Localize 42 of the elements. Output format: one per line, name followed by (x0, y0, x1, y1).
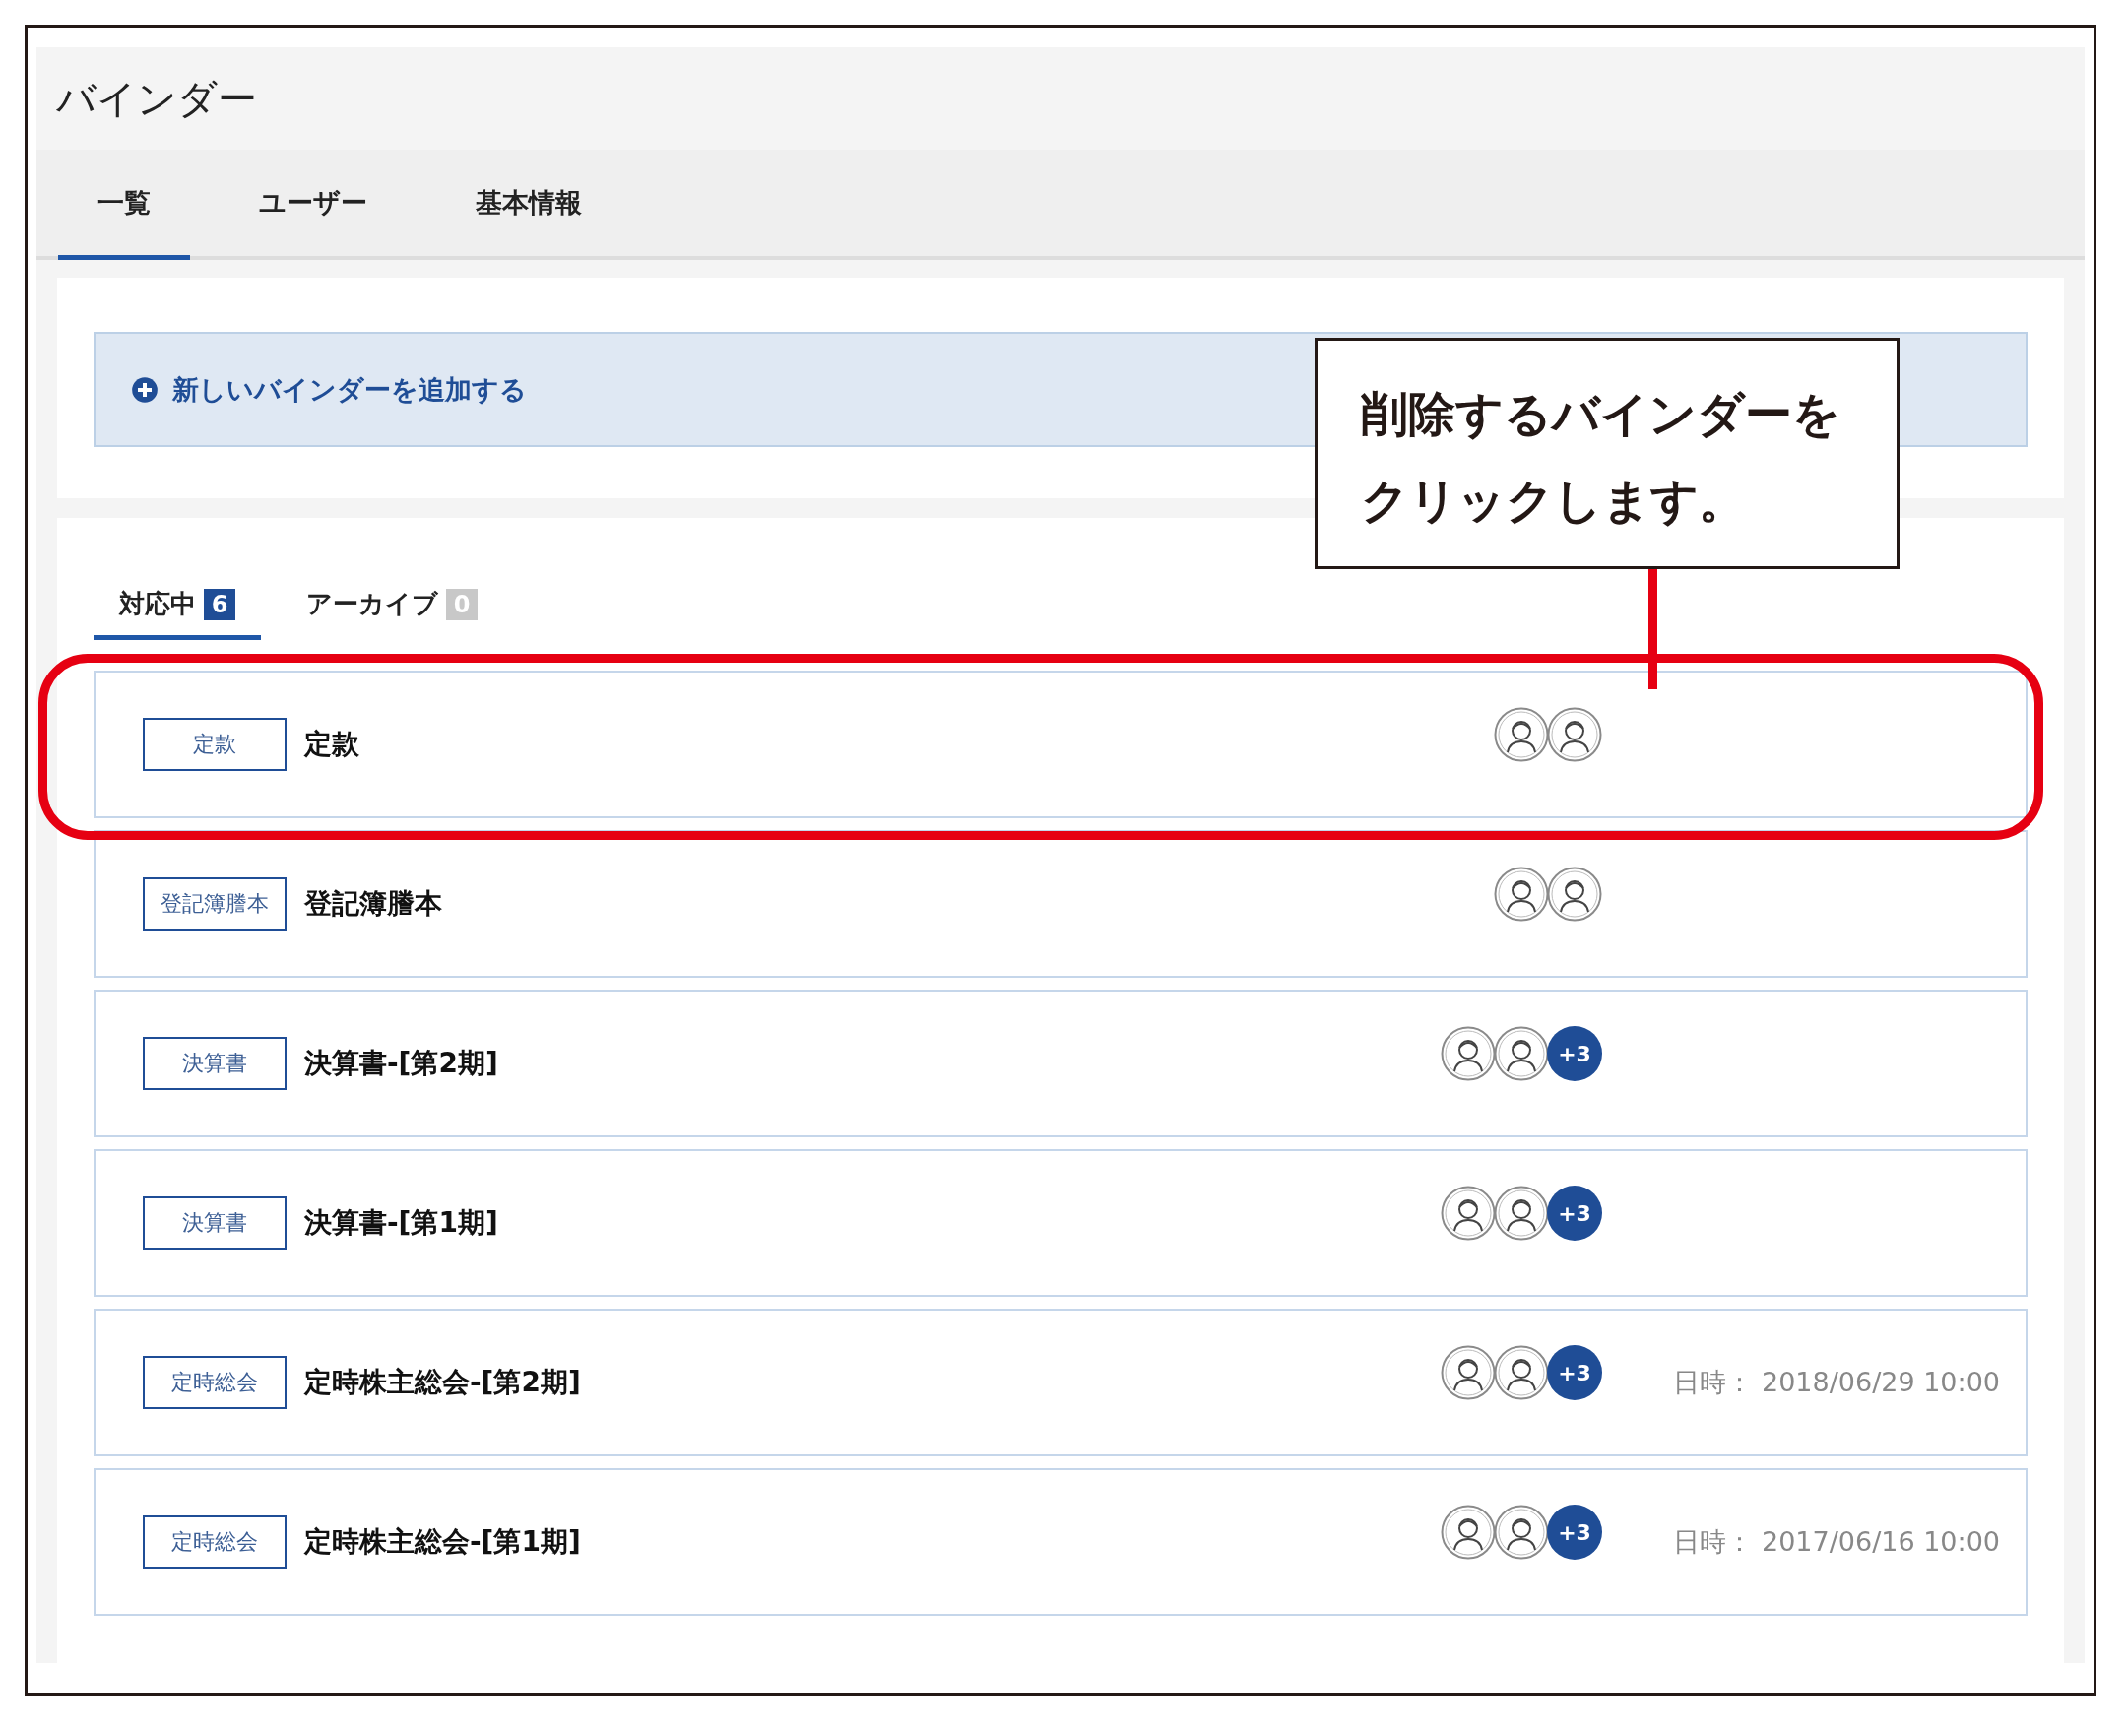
binder-row[interactable]: 定款 定款 (94, 671, 2028, 818)
avatar-icon (1441, 1345, 1496, 1400)
binder-row[interactable]: 定時総会 定時株主総会-[第2期] +3 日時： 2018/06/29 10:00 (94, 1309, 2028, 1456)
category-tag: 決算書 (143, 1037, 287, 1090)
avatar-icon (1494, 1026, 1549, 1081)
binder-title: 決算書-[第1期] (304, 1205, 499, 1241)
category-tag: 定款 (143, 718, 287, 771)
avatar-icon (1547, 867, 1602, 922)
category-tag: 決算書 (143, 1196, 287, 1250)
binder-title: 登記簿謄本 (304, 886, 443, 922)
category-tag: 登記簿謄本 (143, 877, 287, 931)
avatar-icon (1494, 707, 1549, 762)
avatar-icon (1547, 707, 1602, 762)
binder-row[interactable]: 決算書 決算書-[第1期] +3 (94, 1149, 2028, 1297)
more-members-badge: +3 (1547, 1186, 1602, 1241)
category-tag: 定時総会 (143, 1356, 287, 1409)
status-tab[interactable]: 対応中 6 (94, 587, 261, 640)
binder-row[interactable]: 決算書 決算書-[第2期] +3 (94, 990, 2028, 1137)
plus-circle-icon (131, 375, 159, 404)
avatar-icon (1441, 1505, 1496, 1560)
avatar-icon (1441, 1186, 1496, 1241)
more-members-badge: +3 (1547, 1345, 1602, 1400)
binder-title: 決算書-[第2期] (304, 1046, 499, 1081)
avatar-icon (1494, 1345, 1549, 1400)
count-badge: 6 (204, 588, 235, 620)
avatar-icon (1494, 867, 1549, 922)
avatar-icon (1494, 1505, 1549, 1560)
more-members-badge: +3 (1547, 1026, 1602, 1081)
binder-title: 定時株主総会-[第2期] (304, 1365, 582, 1400)
binder-row[interactable]: 定時総会 定時株主総会-[第1期] +3 日時： 2017/06/16 10:00 (94, 1468, 2028, 1616)
date-text: 日時： 2017/06/16 10:00 (1673, 1526, 2000, 1557)
date-text: 日時： 2018/06/29 10:00 (1673, 1367, 2000, 1397)
avatar-icon (1441, 1026, 1496, 1081)
more-members-badge: +3 (1547, 1505, 1602, 1560)
tab[interactable]: ユーザー (220, 150, 407, 260)
tab[interactable]: 基本情報 (436, 150, 621, 260)
binder-title: 定時株主総会-[第1期] (304, 1524, 582, 1560)
page-title: バインダー (56, 74, 257, 123)
category-tag: 定時総会 (143, 1515, 287, 1569)
avatar-icon (1494, 1186, 1549, 1241)
binder-row[interactable]: 登記簿謄本 登記簿謄本 (94, 830, 2028, 978)
binder-title: 定款 (304, 727, 360, 762)
